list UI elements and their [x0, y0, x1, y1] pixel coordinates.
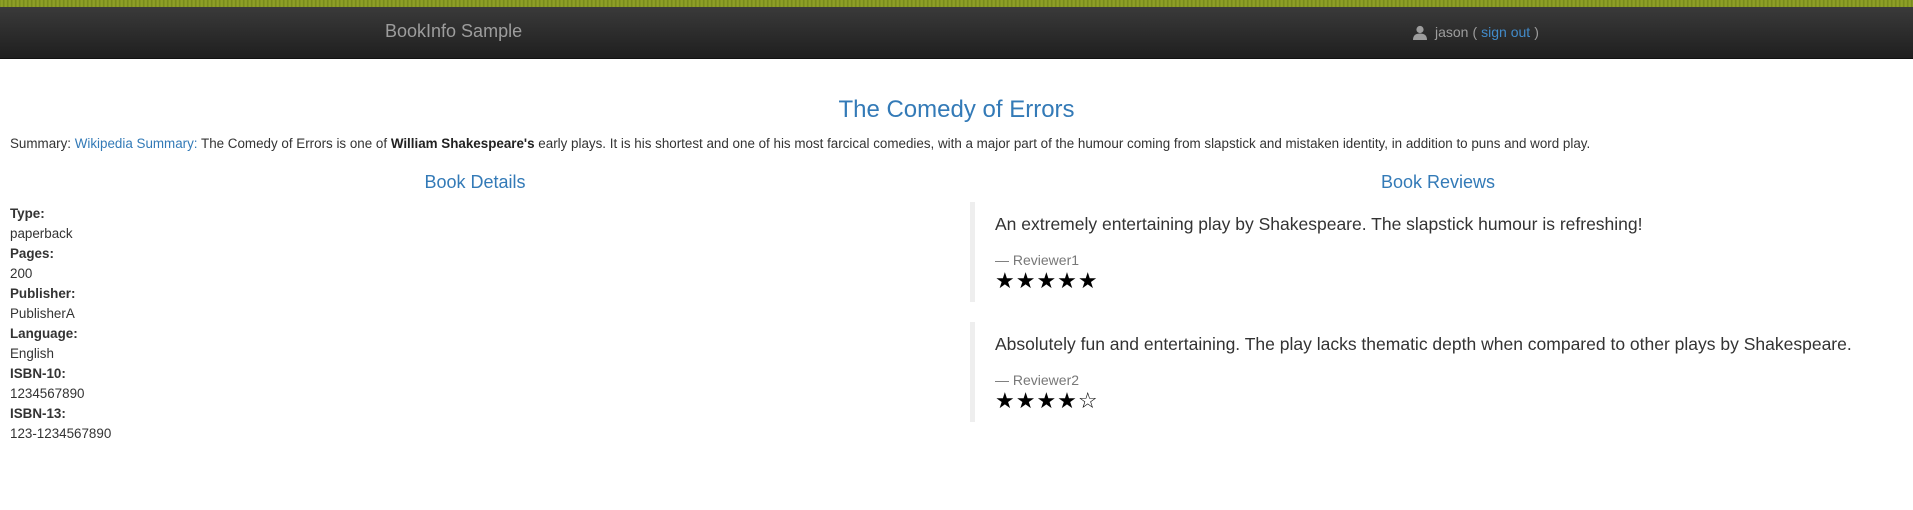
book-summary: Summary: Wikipedia Summary: The Comedy o… [10, 136, 1900, 151]
review-author: — Reviewer1 [995, 252, 1080, 268]
detail-value-publisher: PublisherA [10, 306, 75, 321]
detail-label-pages: Pages: [10, 246, 54, 261]
review-card: Absolutely fun and entertaining. The pla… [970, 322, 1913, 422]
detail-label-isbn13: ISBN-13: [10, 406, 66, 421]
user-icon [1413, 25, 1427, 40]
top-decorative-strip [0, 0, 1913, 7]
detail-value-type: paperback [10, 226, 73, 241]
navbar: BookInfo Sample jason ( sign out ) [0, 7, 1913, 59]
detail-value-isbn10: 1234567890 [10, 386, 85, 401]
wikipedia-summary-link[interactable]: Wikipedia Summary: [75, 136, 198, 151]
user-info: jason ( sign out ) [1413, 24, 1539, 40]
detail-label-publisher: Publisher: [10, 286, 76, 301]
paren-close: ) [1534, 24, 1539, 40]
detail-label-language: Language: [10, 326, 78, 341]
detail-value-language: English [10, 346, 54, 361]
summary-bold-author: William Shakespeare's [390, 136, 535, 151]
summary-prefix: Summary: [10, 136, 72, 151]
book-reviews-heading: Book Reviews [1380, 172, 1496, 192]
detail-value-pages: 200 [10, 266, 33, 281]
star-rating: ★★★★★ [995, 268, 1099, 293]
sign-out-link[interactable]: sign out [1481, 24, 1530, 40]
book-title: The Comedy of Errors [838, 96, 1075, 123]
brand-link[interactable]: BookInfo Sample [385, 21, 522, 42]
review-card: An extremely entertaining play by Shakes… [970, 202, 1913, 302]
detail-label-type: Type: [10, 206, 45, 221]
review-text: Absolutely fun and entertaining. The pla… [995, 334, 1852, 354]
summary-text-after: early plays. It is his shortest and one … [538, 136, 1591, 151]
summary-text-before: The Comedy of Errors is one of [201, 136, 388, 151]
detail-label-isbn10: ISBN-10: [10, 366, 66, 381]
detail-value-isbn13: 123-1234567890 [10, 426, 112, 441]
review-author: — Reviewer2 [995, 372, 1080, 388]
star-rating: ★★★★☆ [995, 388, 1099, 413]
username: jason [1435, 24, 1469, 40]
book-details-heading: Book Details [424, 172, 526, 192]
book-details-list: Type: paperback Pages: 200 Publisher: Pu… [10, 204, 111, 444]
paren-open: ( [1472, 24, 1478, 40]
review-text: An extremely entertaining play by Shakes… [995, 214, 1643, 234]
